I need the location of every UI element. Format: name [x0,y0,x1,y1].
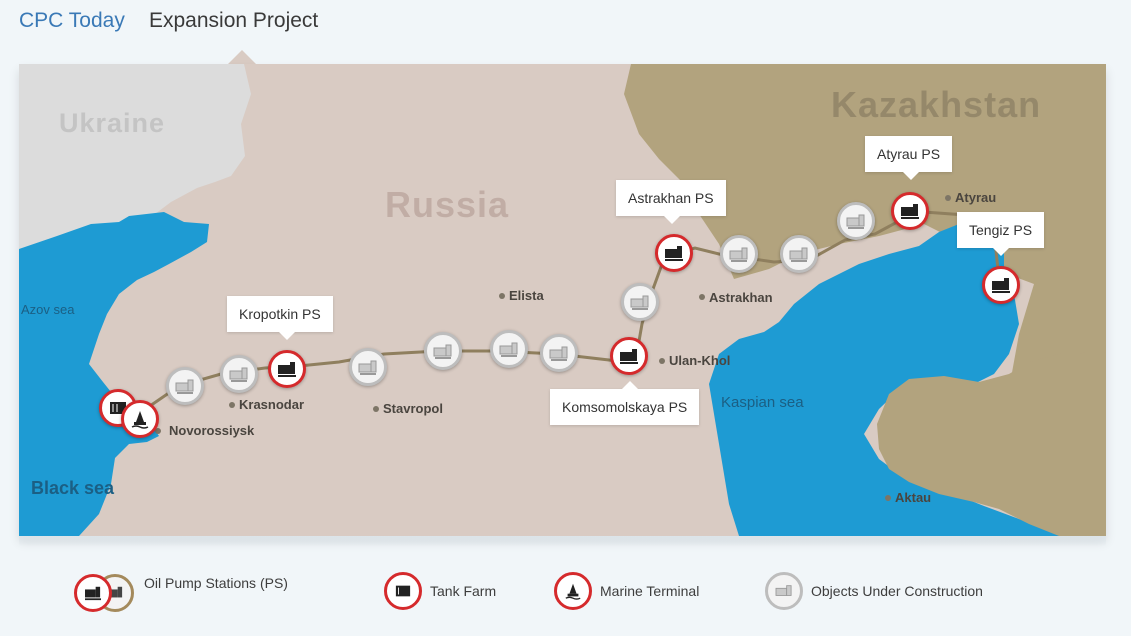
callout-tengiz: Tengiz PS [957,212,1045,256]
map-background [19,64,1106,536]
legend-tank-farm: Tank Farm [384,572,496,610]
construction-station[interactable] [220,355,258,393]
city-novorossiysk: Novorossiysk [169,423,255,438]
marine-terminal-icon [554,572,592,610]
pump-station-kropotkin[interactable] [268,350,306,388]
construction-station[interactable] [720,235,758,273]
callout-kropotkin: Kropotkin PS [227,296,333,340]
city-ulan-khol: Ulan-Khol [669,353,731,368]
callout-label: Tengiz PS [969,222,1033,238]
callout-komsomolskaya: Komsomolskaya PS [550,381,700,425]
construction-icon [789,247,808,262]
map-legend: Oil Pump Stations (PS) Tank Farm Marine … [0,560,1131,630]
construction-station[interactable] [166,367,204,405]
construction-station[interactable] [837,202,875,240]
country-ukraine: Ukraine [59,108,166,138]
legend-under-construction: Objects Under Construction [765,572,983,610]
construction-icon [549,346,568,361]
city-atyrau: Atyrau [955,190,997,205]
callout-label: Kropotkin PS [239,306,321,322]
construction-icon [433,344,452,359]
pump-station-komsomolskaya[interactable] [610,337,648,375]
marine-terminal-station[interactable] [121,400,159,438]
construction-icon [229,367,248,382]
pump-station-icon [74,572,136,614]
city-krasnodar: Krasnodar [239,397,305,412]
active-tab-indicator [228,50,256,64]
sea-azov: Azov sea [21,302,75,317]
sea-black: Black sea [31,478,115,498]
pump-station-atyrau[interactable] [891,192,929,230]
legend-tank-farm-label: Tank Farm [430,583,497,599]
city-stavropol: Stavropol [383,401,443,416]
construction-station[interactable] [780,235,818,273]
city-aktau: Aktau [895,490,932,505]
pump-station-astrakhan[interactable] [655,234,693,272]
tab-bar: CPC Today Expansion Project [0,0,1131,64]
legend-pump-stations-label: Oil Pump Stations (PS) [144,575,288,591]
callout-label: Komsomolskaya PS [562,399,688,415]
callout-atyrau: Atyrau PS [865,136,953,180]
pump-station-icon [278,362,296,377]
construction-station[interactable] [490,330,528,368]
callout-label: Astrakhan PS [628,190,714,206]
sea-caspian: Kaspian sea [721,394,804,411]
construction-station[interactable] [540,334,578,372]
legend-marine-terminal: Marine Terminal [554,572,699,610]
construction-icon [846,214,865,229]
construction-icon [358,360,377,375]
pump-station-tengiz[interactable] [982,266,1020,304]
pipeline-map: Ukraine Russia Kazakhstan Azov sea Black… [19,64,1106,536]
construction-station[interactable] [424,332,462,370]
tank-farm-icon [384,572,422,610]
construction-station[interactable] [621,283,659,321]
callout-astrakhan: Astrakhan PS [616,180,726,224]
construction-icon [765,572,803,610]
country-kazakhstan: Kazakhstan [831,84,1042,125]
marine-terminal-icon [131,411,149,429]
city-elista: Elista [509,288,544,303]
construction-station[interactable] [349,348,387,386]
pump-station-icon [992,278,1010,293]
city-astrakhan: Astrakhan [709,290,773,305]
construction-icon [729,247,748,262]
country-russia: Russia [385,184,510,225]
pump-station-icon [901,204,919,219]
callout-label: Atyrau PS [877,146,941,162]
legend-under-construction-label: Objects Under Construction [811,583,983,599]
pump-station-icon [620,349,638,364]
construction-icon [499,342,518,357]
map-shadow [19,536,1106,546]
pump-station-icon [665,246,683,261]
legend-pump-stations: Oil Pump Stations (PS) [74,572,288,614]
construction-icon [630,295,649,310]
tab-cpc-today[interactable]: CPC Today [19,9,125,33]
tab-expansion-project[interactable]: Expansion Project [149,9,318,33]
legend-marine-terminal-label: Marine Terminal [600,583,700,599]
construction-icon [175,379,194,394]
